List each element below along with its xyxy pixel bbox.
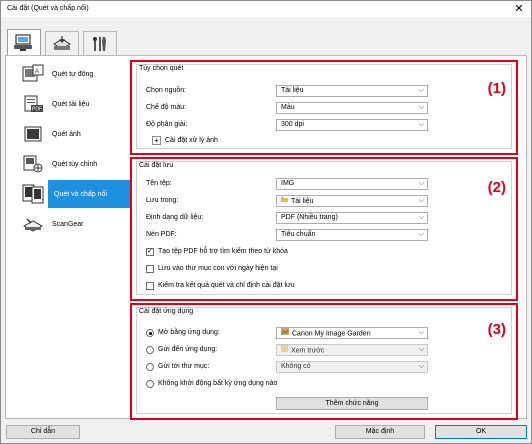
settings-panels: Tùy chọn quét (1) Chọn nguồn: Tài liệu ⌵… <box>130 60 518 420</box>
sidebar-item-label: Quét và chấp nối <box>54 190 107 198</box>
sidebar-item-auto-scan[interactable]: A Quét tự động <box>10 60 124 88</box>
chevron-down-icon: ⌵ <box>418 121 424 128</box>
expand-image-processing-button[interactable]: + <box>152 136 161 145</box>
defaults-button[interactable]: Mặc định <box>335 425 425 439</box>
title-bar: Cài đặt (Quét và chấp nối) ✕ <box>1 1 531 17</box>
check-scan-results-checkbox[interactable] <box>146 282 154 290</box>
tab-bar <box>1 17 531 56</box>
section-number: (3) <box>487 321 506 338</box>
open-with-app-label: Mở bằng ứng dụng: <box>158 329 220 336</box>
select-source-label: Chọn nguồn: <box>146 87 187 94</box>
svg-text:A: A <box>35 69 39 75</box>
resolution-label: Độ phân giải: <box>146 121 188 128</box>
chevron-down-icon: ⌵ <box>418 231 424 238</box>
color-mode-label: Chế độ màu: <box>146 104 187 111</box>
open-with-app-dropdown[interactable]: Canon My Image Garden ⌵ <box>276 327 428 339</box>
select-source-dropdown[interactable]: Tài liệu ⌵ <box>276 85 428 97</box>
file-name-input[interactable]: IMG ⌵ <box>276 178 428 190</box>
sidebar-item-document-scan[interactable]: PDF Quét tài liệu <box>10 90 124 118</box>
sidebar-item-label: Quét tự động <box>52 70 94 78</box>
send-to-app-radio[interactable] <box>146 346 154 354</box>
sidebar-item-scangear[interactable]: ScanGear <box>10 210 124 238</box>
tab-general-settings[interactable] <box>83 31 117 55</box>
image-garden-icon <box>281 328 289 338</box>
chevron-down-icon: ⌵ <box>418 214 424 221</box>
sidebar-item-label: ScanGear <box>52 220 84 228</box>
scan-options-section: Tùy chọn quét (1) Chọn nguồn: Tài liệu ⌵… <box>130 60 518 155</box>
pdf-compression-dropdown[interactable]: Tiêu chuẩn ⌵ <box>276 229 428 241</box>
tools-icon <box>93 36 106 51</box>
chevron-down-icon: ⌵ <box>418 329 424 336</box>
save-in-label: Lưu trong: <box>146 197 179 204</box>
data-format-dropdown[interactable]: PDF (Nhiều trang) ⌵ <box>276 212 428 224</box>
chevron-down-icon: ⌵ <box>418 363 424 370</box>
chevron-down-icon: ⌵ <box>418 197 424 204</box>
chevron-down-icon: ⌵ <box>418 180 424 187</box>
section-title: Cài đặt lưu <box>138 162 175 169</box>
send-to-app-dropdown[interactable]: Xem trước ⌵ <box>276 344 428 356</box>
searchable-pdf-checkbox[interactable]: ✓ <box>146 248 154 256</box>
document-scan-icon: PDF <box>20 93 46 115</box>
scanner-settings-icon <box>53 35 71 50</box>
send-to-folder-dropdown[interactable]: Không có ⌵ <box>276 361 428 373</box>
chevron-down-icon: ⌵ <box>418 346 424 353</box>
scangear-icon <box>20 213 46 235</box>
settings-window: Cài đặt (Quét và chấp nối) ✕ A Quét tự đ… <box>0 0 532 444</box>
preview-icon <box>281 345 288 355</box>
file-name-label: Tên tệp: <box>146 180 172 187</box>
svg-text:PDF: PDF <box>32 107 42 113</box>
sidebar-item-custom-scan[interactable]: Quét tùy chỉnh <box>10 150 124 178</box>
searchable-pdf-label: Tạo tệp PDF hỗ trợ tìm kiếm theo từ khóa <box>158 248 288 255</box>
section-title: Tùy chọn quét <box>138 65 185 72</box>
custom-scan-icon <box>20 153 46 175</box>
send-to-folder-label: Gửi tới thư mục: <box>158 363 210 370</box>
sidebar-item-label: Quét tài liệu <box>52 100 90 108</box>
color-mode-dropdown[interactable]: Màu ⌵ <box>276 102 428 114</box>
chevron-down-icon: ⌵ <box>418 104 424 111</box>
date-subfolder-checkbox[interactable] <box>146 265 154 273</box>
sidebar: A Quét tự động PDF Quét tài liệu Quét ản… <box>10 60 132 260</box>
folder-icon <box>281 196 288 206</box>
help-button[interactable]: Chỉ dẫn <box>6 425 80 439</box>
section-number: (2) <box>487 179 506 196</box>
photo-scan-icon <box>20 123 46 145</box>
save-settings-section: Cài đặt lưu (2) Tên tệp: IMG ⌵ Lưu trong… <box>130 157 518 301</box>
stitch-scan-icon <box>20 183 46 205</box>
ok-button[interactable]: OK <box>435 425 527 439</box>
application-settings-section: Cài đặt ứng dụng (3) Mở bằng ứng dụng: C… <box>130 303 518 420</box>
pdf-compression-label: Nén PDF: <box>146 231 177 238</box>
no-app-radio[interactable] <box>146 380 154 388</box>
date-subfolder-label: Lưu vào thư mục con với ngày hiện tại <box>158 265 278 272</box>
window-title: Cài đặt (Quét và chấp nối) <box>7 5 89 12</box>
auto-scan-icon: A <box>20 63 46 85</box>
resolution-dropdown[interactable]: 300 dpi ⌵ <box>276 119 428 131</box>
close-icon[interactable]: ✕ <box>513 3 525 15</box>
data-format-label: Định dạng dữ liệu: <box>146 214 204 221</box>
sidebar-item-label: Quét tùy chỉnh <box>52 160 98 168</box>
send-to-app-label: Gửi đến ứng dụng: <box>158 346 218 353</box>
no-app-label: Không khởi động bất kỳ ứng dụng nào <box>158 380 278 387</box>
add-function-button[interactable]: Thêm chức năng <box>276 397 428 410</box>
send-to-folder-radio[interactable] <box>146 363 154 371</box>
settings-content: A Quét tự động PDF Quét tài liệu Quét ản… <box>5 55 527 420</box>
image-processing-label[interactable]: Cài đặt xử lý ảnh <box>165 137 218 144</box>
sidebar-item-label: Quét ảnh <box>52 130 81 138</box>
chevron-down-icon: ⌵ <box>418 87 424 94</box>
section-number: (1) <box>487 80 506 97</box>
sidebar-item-photo-scan[interactable]: Quét ảnh <box>10 120 124 148</box>
section-title: Cài đặt ứng dụng <box>138 308 195 315</box>
tab-scan-from-panel[interactable] <box>45 31 79 55</box>
tab-scan-from-computer[interactable] <box>7 29 41 56</box>
open-with-app-radio[interactable] <box>146 329 154 337</box>
sidebar-item-stitch-scan[interactable]: Quét và chấp nối <box>48 180 132 208</box>
save-in-dropdown[interactable]: Tài liệu ⌵ <box>276 195 428 207</box>
check-scan-results-label: Kiểm tra kết quả quét và chỉ định cài đặ… <box>158 282 295 289</box>
scanner-computer-icon <box>14 34 32 51</box>
